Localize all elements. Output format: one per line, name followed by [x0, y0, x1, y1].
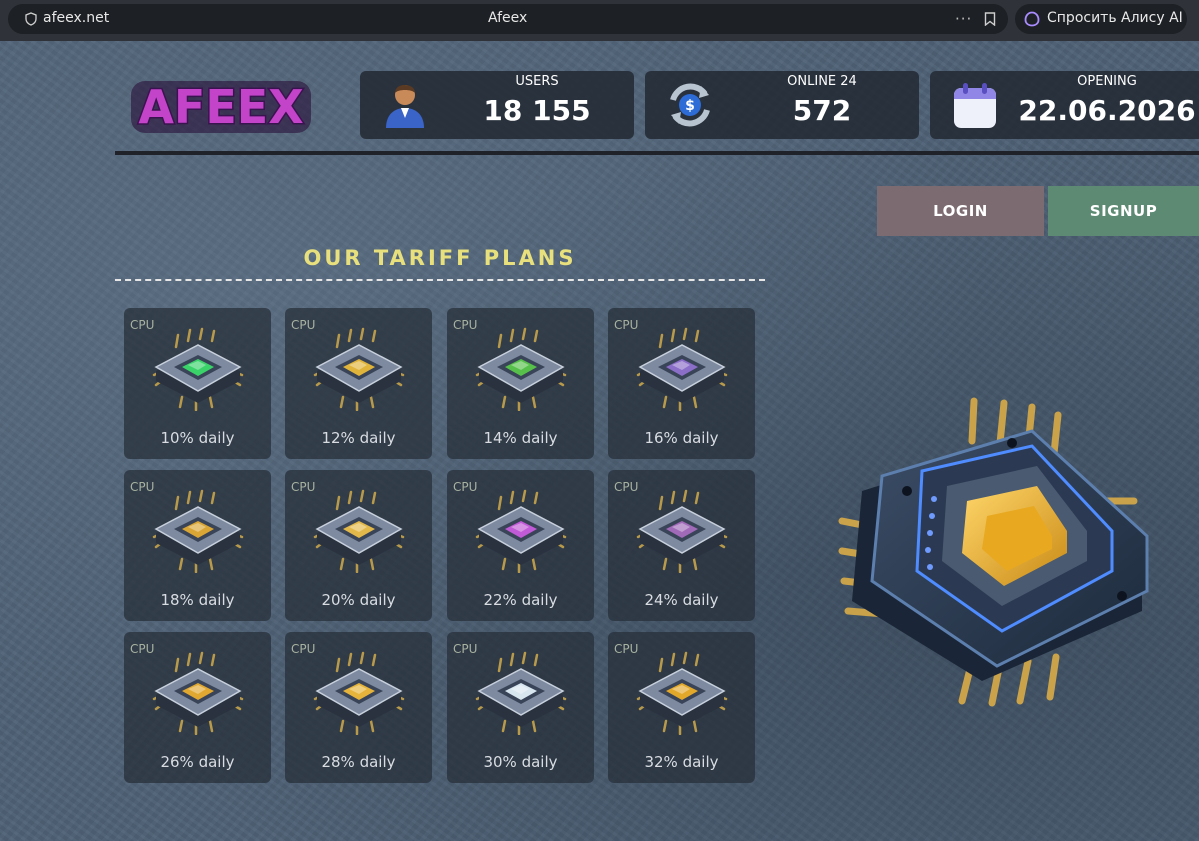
browser-toolbar: afeex.net Afeex ··· Спросить Алису AI — [0, 0, 1199, 41]
cpu-chip-icon — [152, 489, 244, 573]
plan-daily-rate: 28% daily — [321, 753, 396, 771]
plan-daily-rate: 30% daily — [483, 753, 558, 771]
tariff-plan-card[interactable]: CPU 12% daily — [285, 308, 432, 459]
cpu-chip-icon — [313, 327, 405, 411]
opening-stat-card: OPENING 22.06.2026 — [930, 71, 1199, 139]
users-label: USERS — [515, 74, 559, 89]
login-button[interactable]: LOGIN — [877, 186, 1044, 236]
header-divider — [115, 151, 1199, 155]
bookmark-icon[interactable] — [984, 12, 996, 26]
shield-icon — [25, 12, 37, 26]
plan-daily-rate: 24% daily — [644, 591, 719, 609]
cpu-chip-icon — [313, 651, 405, 735]
online-stat-card: $ ONLINE 24 572 — [645, 71, 919, 139]
plan-daily-rate: 16% daily — [644, 429, 719, 447]
tariff-plan-card[interactable]: CPU 30% daily — [447, 632, 594, 783]
tariff-plan-card[interactable]: CPU 22% daily — [447, 470, 594, 621]
signup-button[interactable]: SIGNUP — [1048, 186, 1199, 236]
section-divider — [115, 279, 765, 281]
opening-label: OPENING — [1077, 74, 1137, 89]
cpu-chip-icon — [636, 327, 728, 411]
opening-value: 22.06.2026 — [1018, 94, 1196, 127]
cpu-chip-icon — [152, 327, 244, 411]
svg-text:$: $ — [685, 98, 695, 114]
tariff-plan-card[interactable]: CPU 20% daily — [285, 470, 432, 621]
users-value: 18 155 — [483, 94, 591, 127]
ask-alice-label: Спросить Алису AI — [1047, 10, 1183, 26]
user-icon — [386, 85, 424, 128]
tariff-plan-card[interactable]: CPU 14% daily — [447, 308, 594, 459]
cpu-chip-icon — [475, 489, 567, 573]
exchange-icon: $ — [670, 83, 710, 127]
page-title: Afeex — [488, 10, 528, 26]
alice-icon — [1024, 11, 1040, 27]
cpu-illustration — [838, 397, 1149, 707]
cpu-chip-icon — [636, 651, 728, 735]
plan-daily-rate: 26% daily — [160, 753, 235, 771]
plan-daily-rate: 14% daily — [483, 429, 558, 447]
online-label: ONLINE 24 — [787, 74, 857, 89]
plan-daily-rate: 20% daily — [321, 591, 396, 609]
site-logo[interactable]: AFEEX — [128, 75, 314, 137]
more-options-icon[interactable]: ··· — [955, 10, 972, 28]
tariff-plan-card[interactable]: CPU 18% daily — [124, 470, 271, 621]
tariff-plan-card[interactable]: CPU 32% daily — [608, 632, 755, 783]
address-bar[interactable]: afeex.net Afeex ··· — [8, 4, 1008, 34]
cpu-chip-icon — [475, 651, 567, 735]
online-value: 572 — [792, 94, 852, 127]
logo-text: AFEEX — [138, 80, 303, 134]
cpu-chip-icon — [313, 489, 405, 573]
ask-alice-button[interactable]: Спросить Алису AI — [1015, 4, 1187, 34]
url-text[interactable]: afeex.net — [43, 10, 109, 26]
cpu-chip-icon — [152, 651, 244, 735]
tariff-plan-card[interactable]: CPU 26% daily — [124, 632, 271, 783]
cpu-chip-icon — [636, 489, 728, 573]
plan-daily-rate: 32% daily — [644, 753, 719, 771]
plan-daily-rate: 12% daily — [321, 429, 396, 447]
plan-daily-rate: 10% daily — [160, 429, 235, 447]
tariff-plan-card[interactable]: CPU 28% daily — [285, 632, 432, 783]
cpu-chip-icon — [475, 327, 567, 411]
tariff-plan-card[interactable]: CPU 10% daily — [124, 308, 271, 459]
tariff-plan-card[interactable]: CPU 24% daily — [608, 470, 755, 621]
page-body: AFEEX USERS 18 155 $ ONLINE 24 572 OPENI… — [0, 41, 1199, 841]
calendar-icon — [954, 83, 996, 128]
plan-daily-rate: 22% daily — [483, 591, 558, 609]
users-stat-card: USERS 18 155 — [360, 71, 634, 139]
tariff-plans-title: OUR TARIFF PLANS — [303, 246, 577, 270]
plan-daily-rate: 18% daily — [160, 591, 235, 609]
tariff-plan-card[interactable]: CPU 16% daily — [608, 308, 755, 459]
